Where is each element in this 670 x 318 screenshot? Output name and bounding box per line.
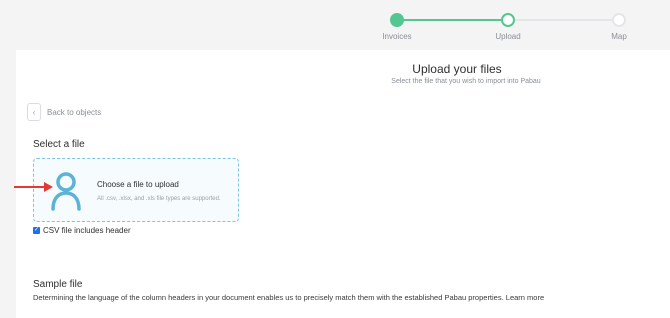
chevron-left-icon[interactable]: ‹ bbox=[27, 103, 41, 121]
upload-card: Upload your files Select the file that y… bbox=[16, 50, 670, 318]
page-subtitle: Select the file that you wish to import … bbox=[391, 78, 541, 85]
page-title: Upload your files bbox=[16, 62, 670, 76]
file-dropzone[interactable]: Choose a file to upload All .csv, .xlsx,… bbox=[33, 158, 239, 222]
progress-stepper: Invoices Upload Map bbox=[0, 0, 670, 50]
csv-header-option[interactable]: ✓ CSV file includes header bbox=[33, 226, 131, 235]
step-upload-label: Upload bbox=[495, 32, 521, 41]
step-invoices-dot[interactable] bbox=[390, 13, 404, 27]
stepper-line-pending bbox=[515, 19, 619, 21]
sample-file-description: Determining the language of the column h… bbox=[33, 293, 545, 302]
step-map-label: Map bbox=[611, 32, 627, 41]
back-to-objects-link[interactable]: ‹ Back to objects bbox=[27, 103, 101, 121]
user-icon bbox=[51, 172, 81, 211]
csv-header-checkbox[interactable]: ✓ bbox=[33, 227, 40, 234]
csv-header-label[interactable]: CSV file includes header bbox=[43, 226, 131, 235]
select-file-title: Select a file bbox=[33, 139, 85, 150]
dropzone-subtitle: All .csv, .xlsx, and .xls file types are… bbox=[97, 196, 221, 202]
step-invoices-label: Invoices bbox=[382, 32, 412, 41]
annotation-arrow-icon bbox=[14, 182, 53, 192]
step-upload-dot[interactable] bbox=[501, 13, 515, 27]
step-map-dot[interactable] bbox=[612, 13, 626, 27]
page-title-text: Upload your files bbox=[412, 62, 502, 76]
dropzone-title: Choose a file to upload bbox=[97, 180, 179, 189]
sample-file-title: Sample file bbox=[33, 279, 83, 290]
back-to-objects-label[interactable]: Back to objects bbox=[47, 108, 101, 117]
stepper-line-complete bbox=[397, 19, 508, 21]
